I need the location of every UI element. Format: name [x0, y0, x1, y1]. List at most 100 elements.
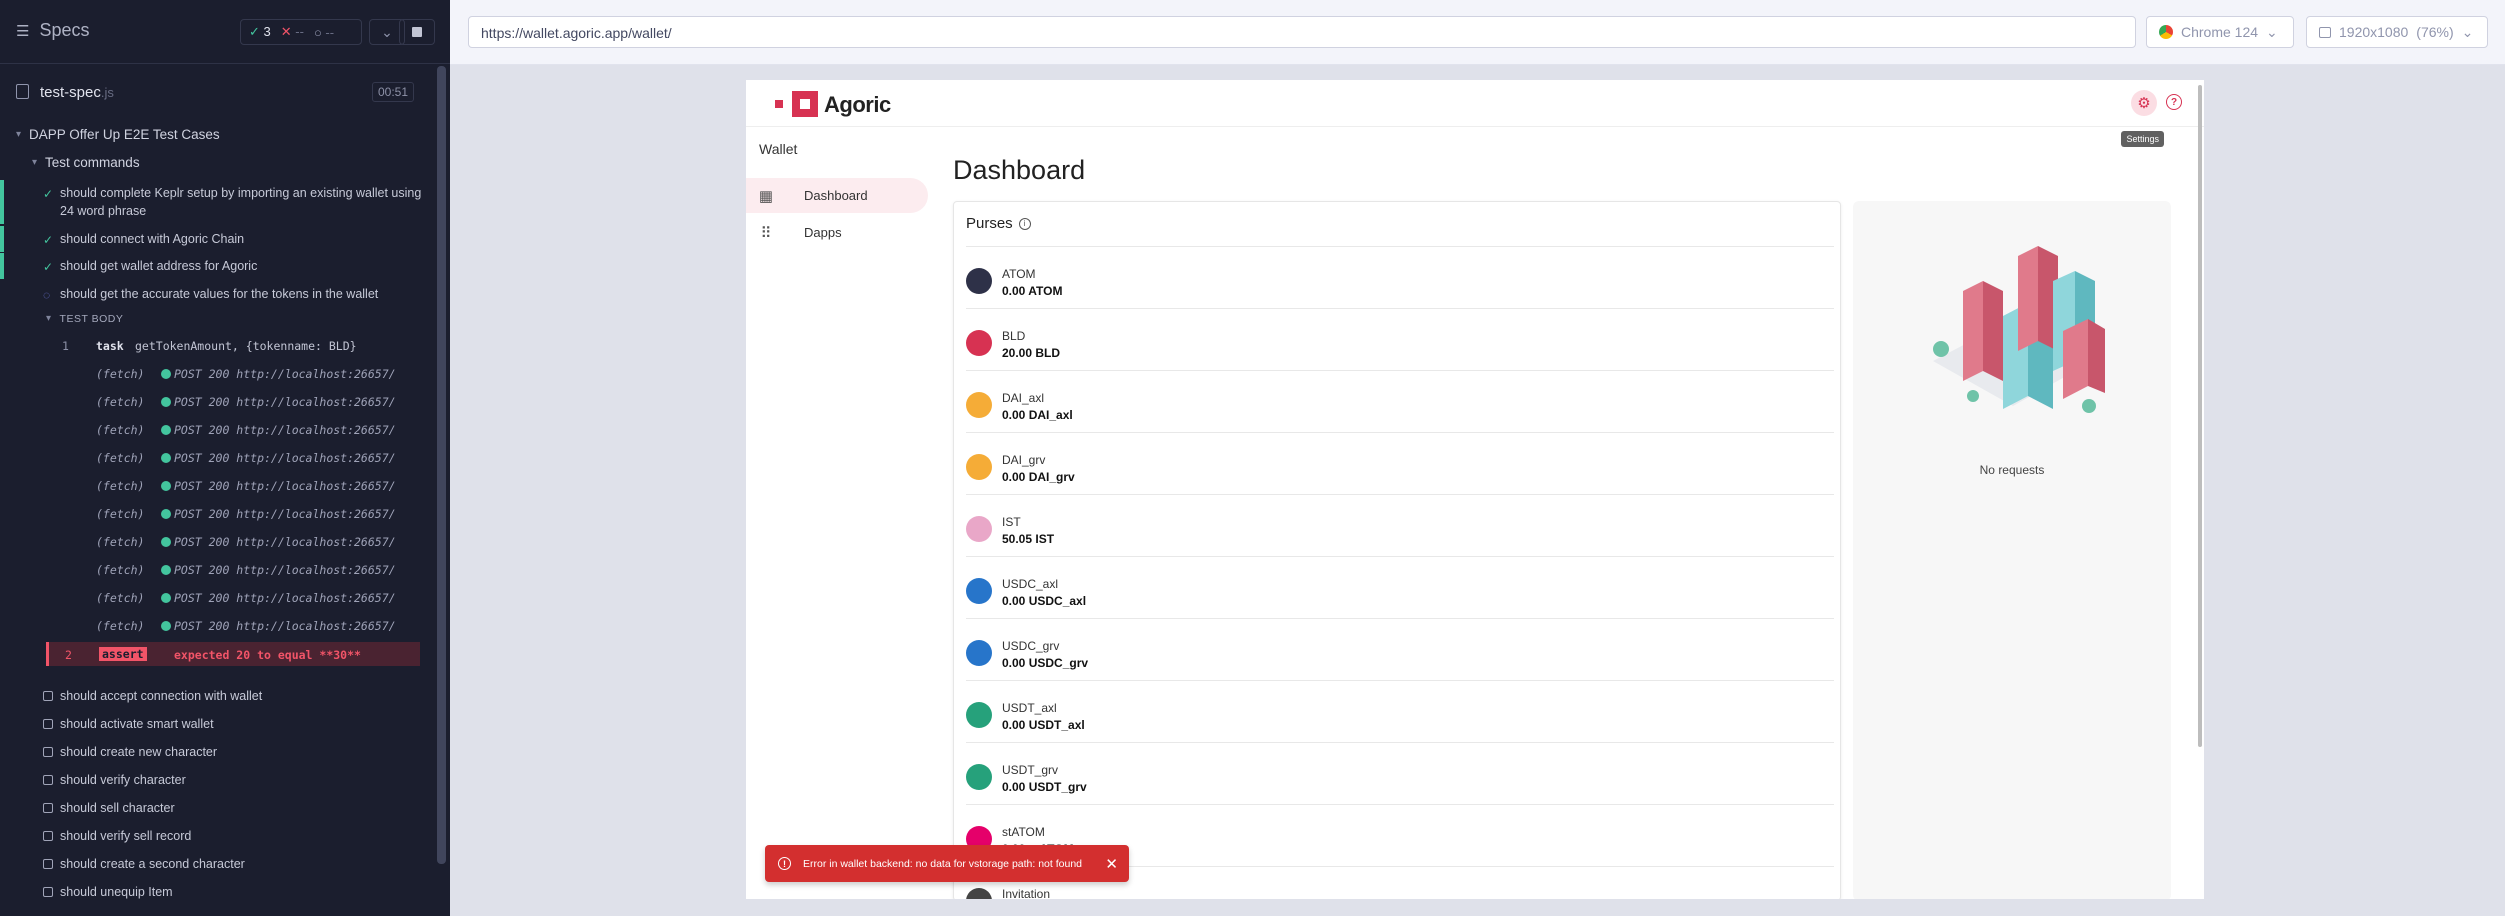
- browser-selector[interactable]: Chrome 124 ⌄: [2146, 16, 2294, 48]
- purse-row[interactable]: IST 50.05 IST: [966, 494, 1834, 556]
- purse-amount: 50.05 IST: [1002, 532, 1055, 546]
- specs-label: Specs: [39, 20, 90, 40]
- passed-indicator: [0, 226, 4, 252]
- token-icon: [966, 702, 992, 728]
- purse-row[interactable]: USDT_axl 0.00 USDT_axl: [966, 680, 1834, 742]
- passed-indicator: [0, 253, 4, 279]
- test-item-pending[interactable]: should accept connection with wallet: [0, 687, 440, 705]
- subsuite-title[interactable]: ▾ Test commands: [32, 155, 140, 170]
- command-fetch[interactable]: (fetch) POST 200 http://localhost:26657/: [46, 361, 420, 387]
- page-title: Dashboard: [953, 155, 1086, 185]
- pending-icon: [43, 803, 53, 813]
- status-dot-icon: [161, 397, 171, 407]
- test-item[interactable]: ✓ should connect with Agoric Chain: [0, 226, 440, 252]
- spec-header: test-spec.js 00:51: [0, 76, 450, 106]
- test-item-pending[interactable]: should activate smart wallet: [0, 715, 440, 733]
- command-fetch[interactable]: (fetch) POST 200 http://localhost:26657/: [46, 501, 420, 527]
- token-icon: [966, 640, 992, 666]
- chevron-down-icon: ▾: [32, 157, 38, 168]
- purse-name: stATOM: [1002, 825, 1045, 839]
- app-scrollbar[interactable]: [2198, 85, 2202, 747]
- reporter-header: ☰ Specs ✓ 3 ✕ -- ○ -- ⌄: [0, 0, 450, 64]
- purse-name: USDT_axl: [1002, 701, 1057, 715]
- settings-tooltip: Settings: [2121, 131, 2164, 147]
- stop-button[interactable]: [399, 19, 435, 45]
- status-dot-icon: [161, 565, 171, 575]
- pending-icon: [43, 775, 53, 785]
- command-fetch[interactable]: (fetch) POST 200 http://localhost:26657/: [46, 529, 420, 555]
- command-fetch[interactable]: (fetch) POST 200 http://localhost:26657/: [46, 613, 420, 639]
- purse-row[interactable]: USDC_axl 0.00 USDC_axl: [966, 556, 1834, 618]
- requests-card: No requests: [1853, 201, 2171, 899]
- purse-row[interactable]: USDT_grv 0.00 USDT_grv: [966, 742, 1834, 804]
- test-item-pending[interactable]: should create new character: [0, 743, 440, 761]
- command-task[interactable]: 1 task getTokenAmount, {tokenname: BLD}: [46, 333, 420, 359]
- purse-name: ATOM: [1002, 267, 1036, 281]
- purse-amount: 0.00 DAI_grv: [1002, 470, 1075, 484]
- token-icon: [966, 268, 992, 294]
- settings-button[interactable]: ⚙: [2131, 90, 2157, 116]
- apps-grid-icon: ⠿: [760, 224, 772, 242]
- chevron-down-icon: ▾: [16, 129, 22, 140]
- command-fetch[interactable]: (fetch) POST 200 http://localhost:26657/: [46, 417, 420, 443]
- test-item-running[interactable]: ◌ should get the accurate values for the…: [0, 285, 440, 303]
- command-fetch[interactable]: (fetch) POST 200 http://localhost:26657/: [46, 585, 420, 611]
- test-item-pending[interactable]: should unequip Item: [0, 883, 440, 901]
- viewport-info[interactable]: 1920x1080 (76%) ⌄: [2306, 16, 2488, 48]
- test-item-pending[interactable]: should verify character: [0, 771, 440, 789]
- test-item-pending[interactable]: should sell character: [0, 799, 440, 817]
- test-item-pending[interactable]: should verify sell record: [0, 827, 440, 845]
- nav-dashboard[interactable]: ▦ Dashboard: [746, 178, 928, 213]
- suite-title[interactable]: ▾ DAPP Offer Up E2E Test Cases: [16, 127, 220, 142]
- test-body-label[interactable]: ▾ TEST BODY: [46, 313, 123, 325]
- reporter-scrollbar[interactable]: [437, 66, 446, 864]
- purse-row[interactable]: DAI_axl 0.00 DAI_axl: [966, 370, 1834, 432]
- test-item[interactable]: ✓ should complete Keplr setup by importi…: [0, 180, 440, 224]
- url-bar[interactable]: https://wallet.agoric.app/wallet/: [468, 16, 2136, 48]
- pending-icon: [43, 719, 53, 729]
- dashboard-icon: ▦: [758, 187, 774, 205]
- test-item[interactable]: ✓ should get wallet address for Agoric: [0, 253, 440, 279]
- test-item-pending[interactable]: should create a second character: [0, 855, 440, 873]
- agoric-logo: Agoric: [824, 92, 891, 117]
- help-button[interactable]: ?: [2166, 94, 2182, 110]
- error-message: Error in wallet backend: no data for vst…: [803, 857, 1083, 870]
- command-fetch[interactable]: (fetch) POST 200 http://localhost:26657/: [46, 389, 420, 415]
- nav-dapps[interactable]: ⠿ Dapps: [746, 215, 928, 250]
- purse-name: USDC_grv: [1002, 639, 1060, 653]
- close-icon[interactable]: ✕: [1105, 855, 1118, 873]
- purse-row[interactable]: USDC_grv 0.00 USDC_grv: [966, 618, 1834, 680]
- token-icon: [966, 392, 992, 418]
- gear-icon: ⚙: [2137, 95, 2151, 112]
- token-icon: [966, 764, 992, 790]
- check-icon: ✓: [43, 260, 54, 274]
- pending-icon: [43, 887, 53, 897]
- purse-row[interactable]: DAI_grv 0.00 DAI_grv: [966, 432, 1834, 494]
- passed-count: ✓ 3: [249, 24, 271, 39]
- spec-file-ext: .js: [100, 85, 114, 100]
- token-icon: [966, 454, 992, 480]
- purse-name: USDT_grv: [1002, 763, 1059, 777]
- no-requests-text: No requests: [1979, 463, 2045, 477]
- spec-duration: 00:51: [371, 82, 414, 102]
- purse-amount: 20.00 BLD: [1002, 346, 1061, 360]
- failed-count: ✕ --: [280, 24, 304, 39]
- command-fetch[interactable]: (fetch) POST 200 http://localhost:26657/: [46, 445, 420, 471]
- specs-toggle-button[interactable]: ☰ Specs: [16, 20, 89, 41]
- command-assert-failed[interactable]: 2 assert expected 20 to equal **30**: [46, 642, 420, 666]
- aut-header: https://wallet.agoric.app/wallet/ Chrome…: [450, 0, 2505, 65]
- purse-row[interactable]: BLD 20.00 BLD: [966, 308, 1834, 370]
- pending-icon: [43, 747, 53, 757]
- purse-row[interactable]: ATOM 0.00 ATOM: [966, 246, 1834, 308]
- passed-indicator: [0, 180, 4, 224]
- stop-icon: [412, 27, 422, 37]
- command-fetch[interactable]: (fetch) POST 200 http://localhost:26657/: [46, 473, 420, 499]
- viewport-icon: [2319, 26, 2331, 38]
- purse-name: DAI_grv: [1002, 453, 1046, 467]
- command-fetch[interactable]: (fetch) POST 200 http://localhost:26657/: [46, 557, 420, 583]
- purse-amount: 0.00 USDT_axl: [1002, 718, 1085, 732]
- error-snackbar: ! Error in wallet backend: no data for v…: [765, 845, 1129, 882]
- info-icon[interactable]: i: [1018, 217, 1031, 230]
- run-stats: ✓ 3 ✕ -- ○ --: [240, 19, 362, 45]
- chevron-down-icon: ⌄: [381, 23, 393, 40]
